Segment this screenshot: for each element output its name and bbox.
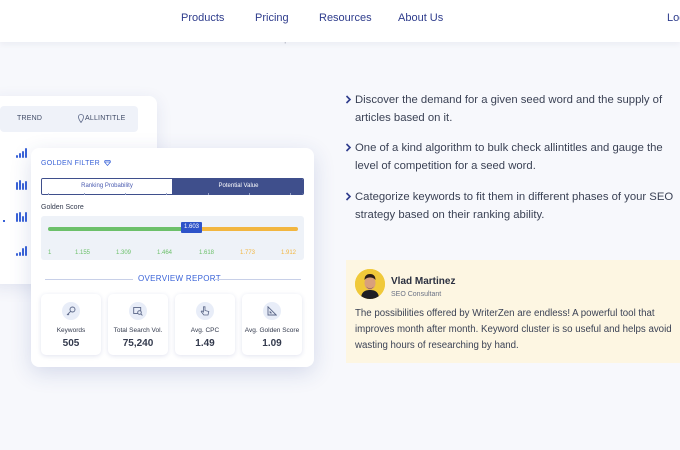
tick-mark [125,193,126,195]
stat-label: Keywords [56,327,86,334]
tab-potential-value[interactable]: Potential Value [172,179,303,194]
slider-marker[interactable]: 1.603 [181,222,202,233]
tick-label: 1.773 [240,250,256,256]
stat-card-avg-cpc: Avg. CPC 1.49 [175,294,235,355]
golden-score-slider[interactable]: 1.603 1 1.155 1.309 1.464 1.618 1.773 1.… [41,216,304,260]
triangle-ruler-icon [267,306,277,316]
stat-value: 505 [62,338,80,349]
golden-filter-card: GOLDEN FILTER Ranking Probability Potent… [31,148,314,367]
chevron-right-icon [345,143,352,152]
tick-label: 1.464 [157,250,173,256]
tick-mark [249,193,250,195]
feature-text: One of a kind algorithm to bulk check al… [355,142,663,172]
key-icon [66,306,76,316]
nav-pricing[interactable]: Pricing [255,12,289,24]
row-marker-icon [3,220,5,222]
column-allintitle: ALLINTITLE [85,115,126,122]
tick-label: 1.309 [116,250,132,256]
tab-ranking-probability[interactable]: Ranking Probability [42,179,172,194]
trend-bars-icon [16,148,30,158]
filter-tabs: Ranking Probability Potential Value [41,178,304,195]
nav-resources[interactable]: Resources [319,12,372,24]
slider-track-green [48,227,200,231]
column-trend: TREND [17,115,43,122]
tick-label: 1.155 [75,250,91,256]
person-photo [355,269,385,299]
tick-mark [166,193,167,195]
chevron-right-icon [345,95,352,104]
diamond-icon [104,160,112,167]
tick-mark [84,193,85,195]
stat-label: Avg. CPC [190,327,220,334]
testimonial-role: SEO Consultant [391,291,442,298]
feature-text: Discover the demand for a given seed wor… [355,94,663,124]
trend-bars-icon [16,180,30,190]
nav-products[interactable]: Products [181,12,224,24]
golden-score-label: Golden Score [41,204,84,211]
tick-label: 1.618 [199,250,215,256]
info-pin-icon [78,114,84,123]
trend-table-header: TREND ALLINTITLE [0,106,138,132]
tick-mark [48,193,49,195]
testimonial-quote: The possibilities offered by WriterZen a… [355,308,672,351]
stat-card-total-search-volume: Total Search Vol. 75,240 [108,294,168,355]
chevron-right-icon [345,192,352,201]
avatar [355,269,385,299]
stat-label: Avg. Golden Score [244,327,300,334]
top-nav: Products Pricing Resources About Us Log [0,0,680,42]
stat-label: Total Search Vol. [113,327,163,334]
trend-bars-icon [16,212,30,222]
stat-value: 1.09 [262,338,282,349]
stat-value: 1.49 [195,338,215,349]
nav-about-us[interactable]: About Us [398,12,443,24]
pointer-icon [200,306,210,316]
tick-label: 1.912 [281,250,297,256]
divider [45,279,133,280]
tick-label: 1 [48,250,52,256]
feature-text: Categorize keywords to fit them in diffe… [355,191,674,221]
tick-mark [290,193,291,195]
stat-card-keywords: Keywords 505 [41,294,101,355]
tick-mark [208,193,209,195]
search-volume-icon [133,307,143,316]
testimonial-name: Vlad Martinez [391,276,456,287]
testimonial-card: Vlad Martinez SEO Consultant The possibi… [346,260,680,363]
divider [215,279,301,280]
trend-bars-icon [16,246,30,256]
golden-filter-title: GOLDEN FILTER [41,160,112,167]
slider-track-orange [200,227,298,231]
stat-value: 75,240 [122,338,154,349]
overview-report-title: OVERVIEW REPORT [138,274,221,283]
stat-card-avg-golden-score: Avg. Golden Score 1.09 [242,294,302,355]
nav-login[interactable]: Log [667,12,680,24]
